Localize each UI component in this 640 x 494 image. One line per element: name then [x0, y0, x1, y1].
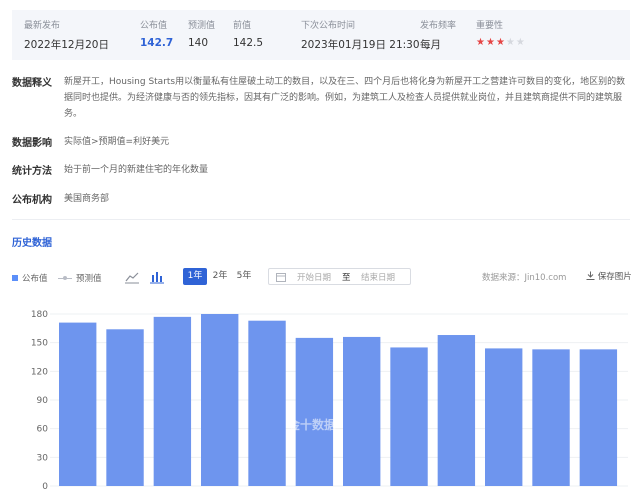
start-date-input[interactable]: 开始日期	[297, 271, 331, 283]
star-empty-icon: ★	[515, 37, 526, 48]
star-filled-icon: ★	[485, 37, 496, 48]
detail-row-publisher: 公布机构 美国商务部	[12, 191, 632, 207]
star-empty-icon: ★	[505, 37, 516, 48]
frequency-label: 发布频率	[420, 21, 457, 31]
history-bar[interactable]	[485, 348, 523, 486]
forecast-value: 140	[188, 37, 209, 49]
save-image-button[interactable]: 保存图片	[586, 270, 632, 282]
download-icon	[586, 271, 595, 280]
y-tick-label: 180	[31, 310, 48, 320]
data-source-label: 数据来源：Jin10.com	[482, 273, 567, 283]
y-tick-label: 60	[37, 425, 49, 435]
previous-value: 142.5	[233, 37, 264, 49]
legend-square-icon	[12, 275, 18, 281]
history-bar[interactable]	[201, 314, 239, 486]
history-bar[interactable]	[579, 349, 618, 486]
detail-key: 数据释义	[12, 78, 52, 89]
legend-actual-label: 公布值	[22, 274, 48, 284]
history-bar[interactable]	[106, 329, 144, 486]
history-bar[interactable]	[59, 322, 97, 486]
date-range-separator: 至	[342, 273, 351, 283]
history-bar[interactable]	[153, 316, 192, 486]
next-release-value: 2023年01月19日 21:30	[301, 39, 420, 51]
section-divider	[12, 219, 630, 220]
detail-key: 数据影响	[12, 138, 52, 149]
detail-text: 美国商务部	[64, 194, 110, 204]
history-bar[interactable]	[248, 320, 286, 486]
detail-key: 统计方法	[12, 166, 52, 177]
calendar-icon	[276, 273, 286, 282]
y-tick-label: 0	[42, 482, 48, 492]
forecast-label: 预测值	[188, 21, 216, 31]
legend-actual[interactable]: 公布值	[12, 272, 48, 284]
range-1-year-button[interactable]: 1年	[183, 268, 207, 285]
frequency-value: 每月	[420, 39, 441, 51]
date-range-picker[interactable]: 开始日期 至 结束日期	[268, 268, 411, 285]
bar-chart-icon[interactable]	[149, 270, 165, 284]
latest-release-value: 2022年12月20日	[24, 39, 109, 51]
legend-forecast[interactable]: 预测值	[58, 272, 102, 284]
detail-text: 始于前一个月的新建住宅的年化数量	[64, 165, 209, 175]
save-image-label: 保存图片	[597, 272, 632, 282]
actual-value: 142.7	[140, 37, 174, 49]
history-data-title: 历史数据	[12, 238, 52, 249]
actual-label: 公布值	[140, 21, 168, 31]
indicator-summary-bar: 最新发布 2022年12月20日 公布值 142.7 预测值 140 前值 14…	[12, 10, 630, 60]
importance-label: 重要性	[476, 21, 504, 31]
history-bar[interactable]	[295, 337, 334, 486]
detail-row-definition: 数据释义 新屋开工，Housing Starts用以衡量私有住屋破土动工的数目，…	[12, 74, 632, 122]
history-bar[interactable]	[437, 335, 476, 486]
star-filled-icon: ★	[476, 37, 486, 48]
range-2-year-button[interactable]: 2年	[209, 268, 231, 285]
detail-row-method: 统计方法 始于前一个月的新建住宅的年化数量	[12, 162, 632, 178]
history-bar[interactable]	[343, 336, 381, 486]
y-tick-label: 90	[37, 396, 49, 406]
history-bar[interactable]	[532, 349, 570, 486]
history-bar[interactable]	[390, 347, 428, 486]
detail-row-impact: 数据影响 实际值>预期值=利好美元	[12, 134, 632, 150]
chart-toolbar: 公布值 预测值 1年 2年 5年 开始日期 至 结束日期 数据来源：Jin10.…	[12, 268, 632, 290]
end-date-input[interactable]: 结束日期	[361, 271, 395, 283]
legend-line-icon	[58, 275, 72, 280]
y-tick-label: 30	[37, 453, 49, 463]
star-filled-icon: ★	[495, 37, 506, 48]
detail-text: 实际值>预期值=利好美元	[64, 137, 170, 147]
range-5-year-button[interactable]: 5年	[233, 268, 255, 285]
history-bar-chart: 180 150 120 90 60 30 0	[31, 310, 628, 492]
watermark-text: 金十数据	[288, 418, 337, 432]
next-release-label: 下次公布时间	[301, 21, 356, 31]
latest-release-label: 最新发布	[24, 21, 61, 31]
detail-key: 公布机构	[12, 195, 52, 206]
legend-forecast-label: 预测值	[76, 274, 102, 284]
y-tick-label: 120	[31, 367, 48, 377]
y-tick-label: 150	[31, 339, 48, 349]
importance-stars: ★★★★★	[476, 37, 526, 48]
previous-label: 前值	[233, 21, 252, 31]
line-chart-icon[interactable]	[124, 270, 140, 284]
detail-text: 新屋开工，Housing Starts用以衡量私有住屋破土动工的数目，以及在三、…	[64, 77, 626, 119]
